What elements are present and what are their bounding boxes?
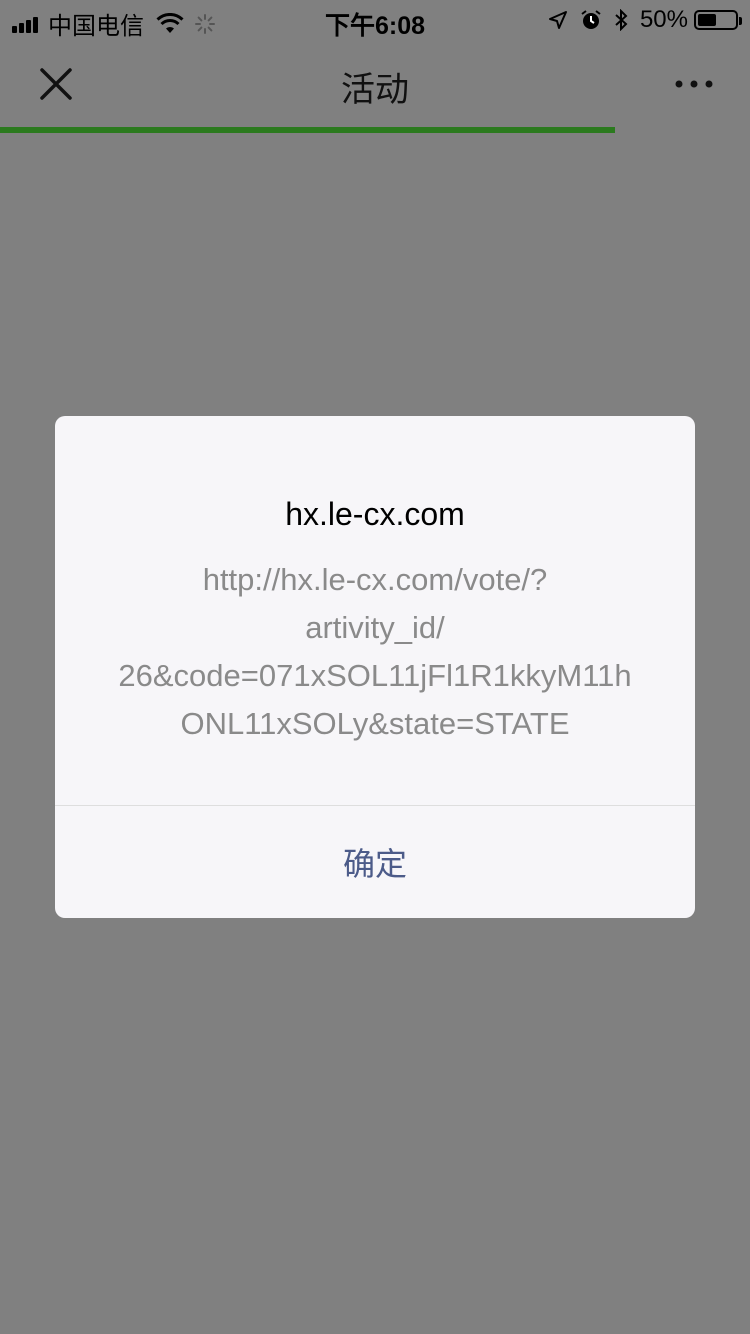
dialog-message: http://hx.le-cx.com/vote/? artivity_id/ … [95,556,655,748]
battery-percent: 50% [639,6,688,33]
dialog-message-line: ONL11xSOLy&state=STATE [180,706,570,741]
battery-icon [694,10,742,30]
page-load-progress [0,127,750,133]
page-title: 活动 [341,71,409,109]
nav-bar: 活动 [0,40,750,128]
dialog-title: hx.le-cx.com [285,496,465,532]
alarm-icon [580,9,602,31]
location-icon [548,10,568,30]
confirm-button[interactable]: 确定 [55,806,695,918]
alert-dialog: hx.le-cx.com http://hx.le-cx.com/vote/? … [55,416,695,918]
more-icon[interactable] [674,74,714,94]
dialog-message-line: artivity_id/ [305,610,445,645]
bluetooth-icon [614,9,628,31]
status-bar: 中国电信 下午6:08 50% [0,0,750,40]
dialog-message-line: 26&code=071xSOL11jFl1R1kkyM11h [118,658,632,693]
dialog-message-line: http://hx.le-cx.com/vote/? [202,562,548,597]
